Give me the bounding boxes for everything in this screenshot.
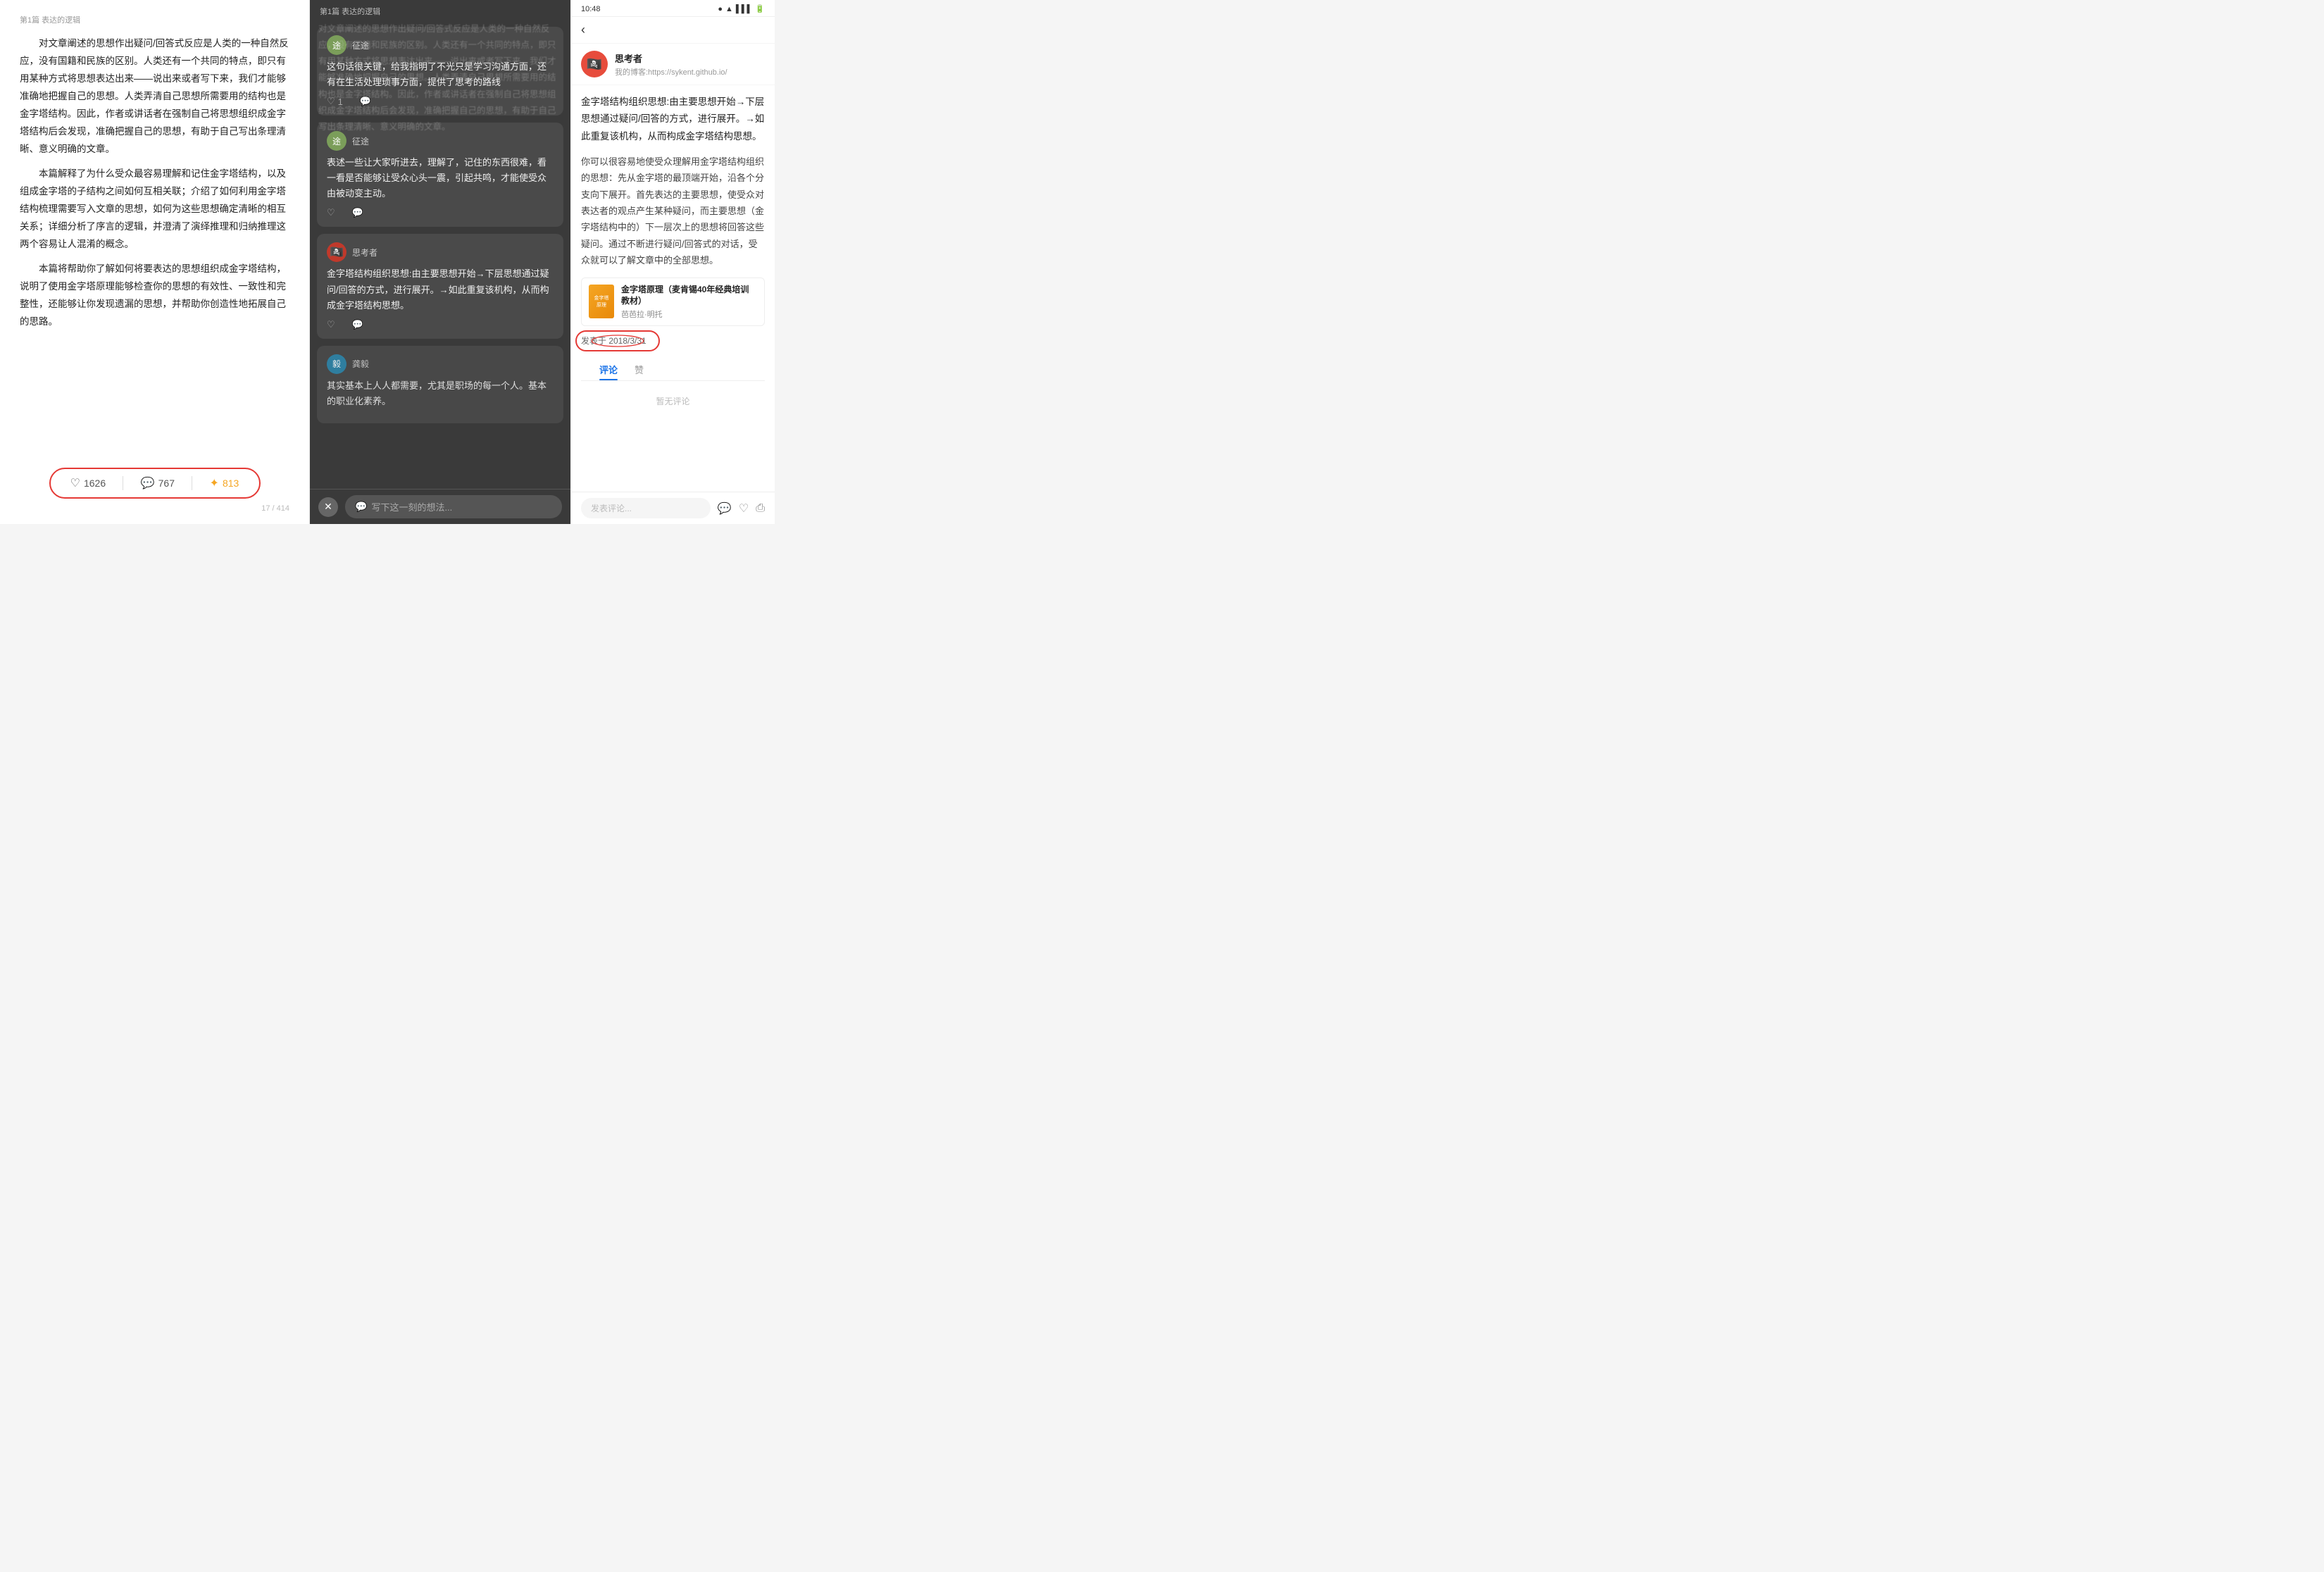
comment-header-1: 途 征途	[327, 35, 554, 55]
tab-comments[interactable]: 评论	[591, 357, 626, 380]
page-indicator: 17 / 414	[20, 504, 289, 513]
comment-text-3: 金字塔结构组织思想:由主要思想开始→下层思想通过疑问/回答的方式，进行展开。→如…	[327, 266, 554, 313]
no-comment-text: 暂无评论	[581, 381, 765, 421]
reply-action-3[interactable]: 💬	[352, 319, 363, 330]
comment-actions-3: ♡ 💬	[327, 319, 554, 330]
comment-bar-share-icon[interactable]: ⎙	[756, 502, 765, 515]
reply-icon-3: 💬	[352, 319, 363, 330]
author-avatar-emoji: 🏴‍☠️	[587, 57, 602, 72]
avatar-2: 途	[327, 131, 346, 151]
comments-panel: 对文章阐述的思想作出疑问/回答式反应是人类的一种自然反应，没有国籍和民族的区别。…	[310, 0, 570, 524]
book-title: 金字塔原理（麦肯锡40年经典培训教材）	[621, 284, 757, 308]
username-1: 征途	[352, 39, 369, 51]
author-name: 思考者	[615, 51, 727, 65]
avatar-1: 途	[327, 35, 346, 55]
battery-level-icon: 🔋	[755, 4, 765, 13]
status-icons: ● ▲ ▌▌▌ 🔋	[718, 4, 765, 13]
comment-text-4: 其实基本上人人都需要，尤其是职场的每一个人。基本的职业化素养。	[327, 378, 554, 409]
article-detail-panel: 10:48 ● ▲ ▌▌▌ 🔋 ‹ 🏴‍☠️ 思考者 我的博客:https://…	[570, 0, 775, 524]
username-4: 龚毅	[352, 358, 369, 370]
signal-icon: ▌▌▌	[736, 5, 752, 13]
comment-bar-comment-icon[interactable]: 💬	[718, 501, 732, 516]
wifi-icon: ▲	[725, 5, 733, 13]
heart-icon: ♡	[70, 476, 80, 490]
like-action-1[interactable]: ♡ 1	[327, 96, 343, 107]
tab-likes[interactable]: 赞	[626, 357, 652, 380]
time-display: 10:48	[581, 5, 601, 13]
comment-actions-1: ♡ 1 💬	[327, 96, 554, 107]
nav-bar: ‹	[571, 17, 775, 44]
like-count-1: 1	[338, 96, 343, 107]
book-paragraph-3: 本篇将帮助你了解如何将要表达的思想组织成金字塔结构，说明了使用金字塔原理能够检查…	[20, 261, 289, 331]
heart-icon-3: ♡	[327, 319, 335, 330]
author-blog: 我的博客:https://sykent.github.io/	[615, 66, 727, 77]
article-title: 金字塔结构组织思想:由主要思想开始→下层思想通过疑问/回答的方式，进行展开。→如…	[581, 94, 765, 145]
author-section: 🏴‍☠️ 思考者 我的博客:https://sykent.github.io/	[571, 44, 775, 85]
book-paragraph-1: 对文章阐述的思想作出疑问/回答式反应是人类的一种自然反应，没有国籍和民族的区别。…	[20, 35, 289, 158]
tabs: 评论 赞	[581, 357, 765, 381]
comment-header-3: 🏴‍☠️ 思考者	[327, 242, 554, 262]
status-bar: 10:48 ● ▲ ▌▌▌ 🔋	[571, 0, 775, 17]
comment-card-3: 🏴‍☠️ 思考者 金字塔结构组织思想:由主要思想开始→下层思想通过疑问/回答的方…	[317, 234, 563, 338]
author-info: 思考者 我的博客:https://sykent.github.io/	[615, 51, 727, 77]
reply-action-1[interactable]: 💬	[360, 96, 371, 107]
avatar-3: 🏴‍☠️	[327, 242, 346, 262]
book-reader-panel: 第1篇 表达的逻辑 对文章阐述的思想作出疑问/回答式反应是人类的一种自然反应，没…	[0, 0, 310, 524]
like-count: 1626	[84, 478, 106, 489]
close-button[interactable]: ✕	[318, 497, 338, 517]
comment-bar-heart-icon[interactable]: ♡	[739, 501, 749, 516]
avatar-emoji-3: 🏴‍☠️	[330, 245, 344, 259]
publish-date-wrapper: 发表于 2018/3/31	[581, 335, 765, 347]
heart-icon-1: ♡	[327, 96, 335, 107]
like-button[interactable]: ♡ 1626	[70, 476, 106, 490]
reply-icon-2: 💬	[352, 207, 363, 218]
comment-card-2: 途 征途 表述一些让大家听进去，理解了，记住的东西很难，看一看是否能够让受众心头…	[317, 123, 563, 227]
compose-bar: ✕ 💬 写下这一刻的想法...	[310, 489, 570, 524]
compose-placeholder: 写下这一刻的想法...	[371, 500, 452, 513]
author-avatar: 🏴‍☠️	[581, 51, 608, 77]
comment-header-4: 毅 龚毅	[327, 354, 554, 374]
compose-input[interactable]: 💬 写下这一刻的想法...	[345, 495, 562, 518]
panel2-breadcrumb: 第1篇 表达的逻辑	[310, 0, 570, 23]
book-content: 对文章阐述的思想作出疑问/回答式反应是人类的一种自然反应，没有国籍和民族的区别。…	[20, 35, 289, 458]
book-paragraph-2: 本篇解释了为什么受众最容易理解和记住金字塔结构，以及组成金字塔的子结构之间如何互…	[20, 166, 289, 254]
breadcrumb-panel1: 第1篇 表达的逻辑	[20, 14, 289, 25]
username-2: 征途	[352, 135, 369, 147]
comment-actions-2: ♡ 💬	[327, 207, 554, 218]
reply-action-2[interactable]: 💬	[352, 207, 363, 218]
book-card[interactable]: 金字塔 原理 金字塔原理（麦肯锡40年经典培训教材） 芭芭拉·明托	[581, 277, 765, 327]
comment-icon: 💬	[141, 476, 155, 490]
comment-card-4: 毅 龚毅 其实基本上人人都需要，尤其是职场的每一个人。基本的职业化素养。	[317, 346, 563, 423]
comment-button[interactable]: 💬 767	[141, 476, 175, 490]
heart-icon-2: ♡	[327, 207, 335, 218]
comments-list: 途 征途 这句话很关键，给我指明了不光只是学习沟通方面，还有在生活处理琐事方面，…	[310, 23, 570, 513]
publish-date: 发表于 2018/3/31	[581, 335, 646, 347]
comment-header-2: 途 征途	[327, 131, 554, 151]
article-body-text: 你可以很容易地使受众理解用金字塔结构组织的思想：先从金字塔的最顶端开始，沿各个分…	[581, 154, 765, 269]
avatar-4: 毅	[327, 354, 346, 374]
comment-count: 767	[158, 478, 175, 489]
comment-text-1: 这句话很关键，给我指明了不光只是学习沟通方面，还有在生活处理琐事方面，提供了思考…	[327, 59, 554, 90]
comment-bar: 发表评论... 💬 ♡ ⎙	[571, 492, 775, 524]
book-author: 芭芭拉·明托	[621, 308, 757, 320]
share-count: 813	[223, 478, 239, 489]
compose-icon: 💬	[355, 501, 367, 513]
like-action-3[interactable]: ♡	[327, 319, 335, 330]
panel1-footer: ♡ 1626 💬 767 ✦ 813 17 / 414	[20, 468, 289, 513]
share-button[interactable]: ✦ 813	[210, 476, 239, 490]
action-bar: ♡ 1626 💬 767 ✦ 813	[49, 468, 261, 499]
back-button[interactable]: ‹	[581, 23, 585, 37]
article-body: 金字塔结构组织思想:由主要思想开始→下层思想通过疑问/回答的方式，进行展开。→如…	[571, 85, 775, 492]
book-info: 金字塔原理（麦肯锡40年经典培训教材） 芭芭拉·明托	[621, 284, 757, 320]
comment-text-2: 表述一些让大家听进去，理解了，记住的东西很难，看一看是否能够让受众心头一震，引起…	[327, 155, 554, 201]
username-3: 思考者	[352, 247, 377, 258]
reply-icon-1: 💬	[360, 96, 371, 107]
share-icon: ✦	[210, 476, 219, 490]
book-cover: 金字塔 原理	[589, 285, 614, 318]
like-action-2[interactable]: ♡	[327, 207, 335, 218]
comment-input[interactable]: 发表评论...	[581, 498, 711, 518]
comment-card-1: 途 征途 这句话很关键，给我指明了不光只是学习沟通方面，还有在生活处理琐事方面，…	[317, 27, 563, 116]
battery-icon: ●	[718, 5, 723, 13]
